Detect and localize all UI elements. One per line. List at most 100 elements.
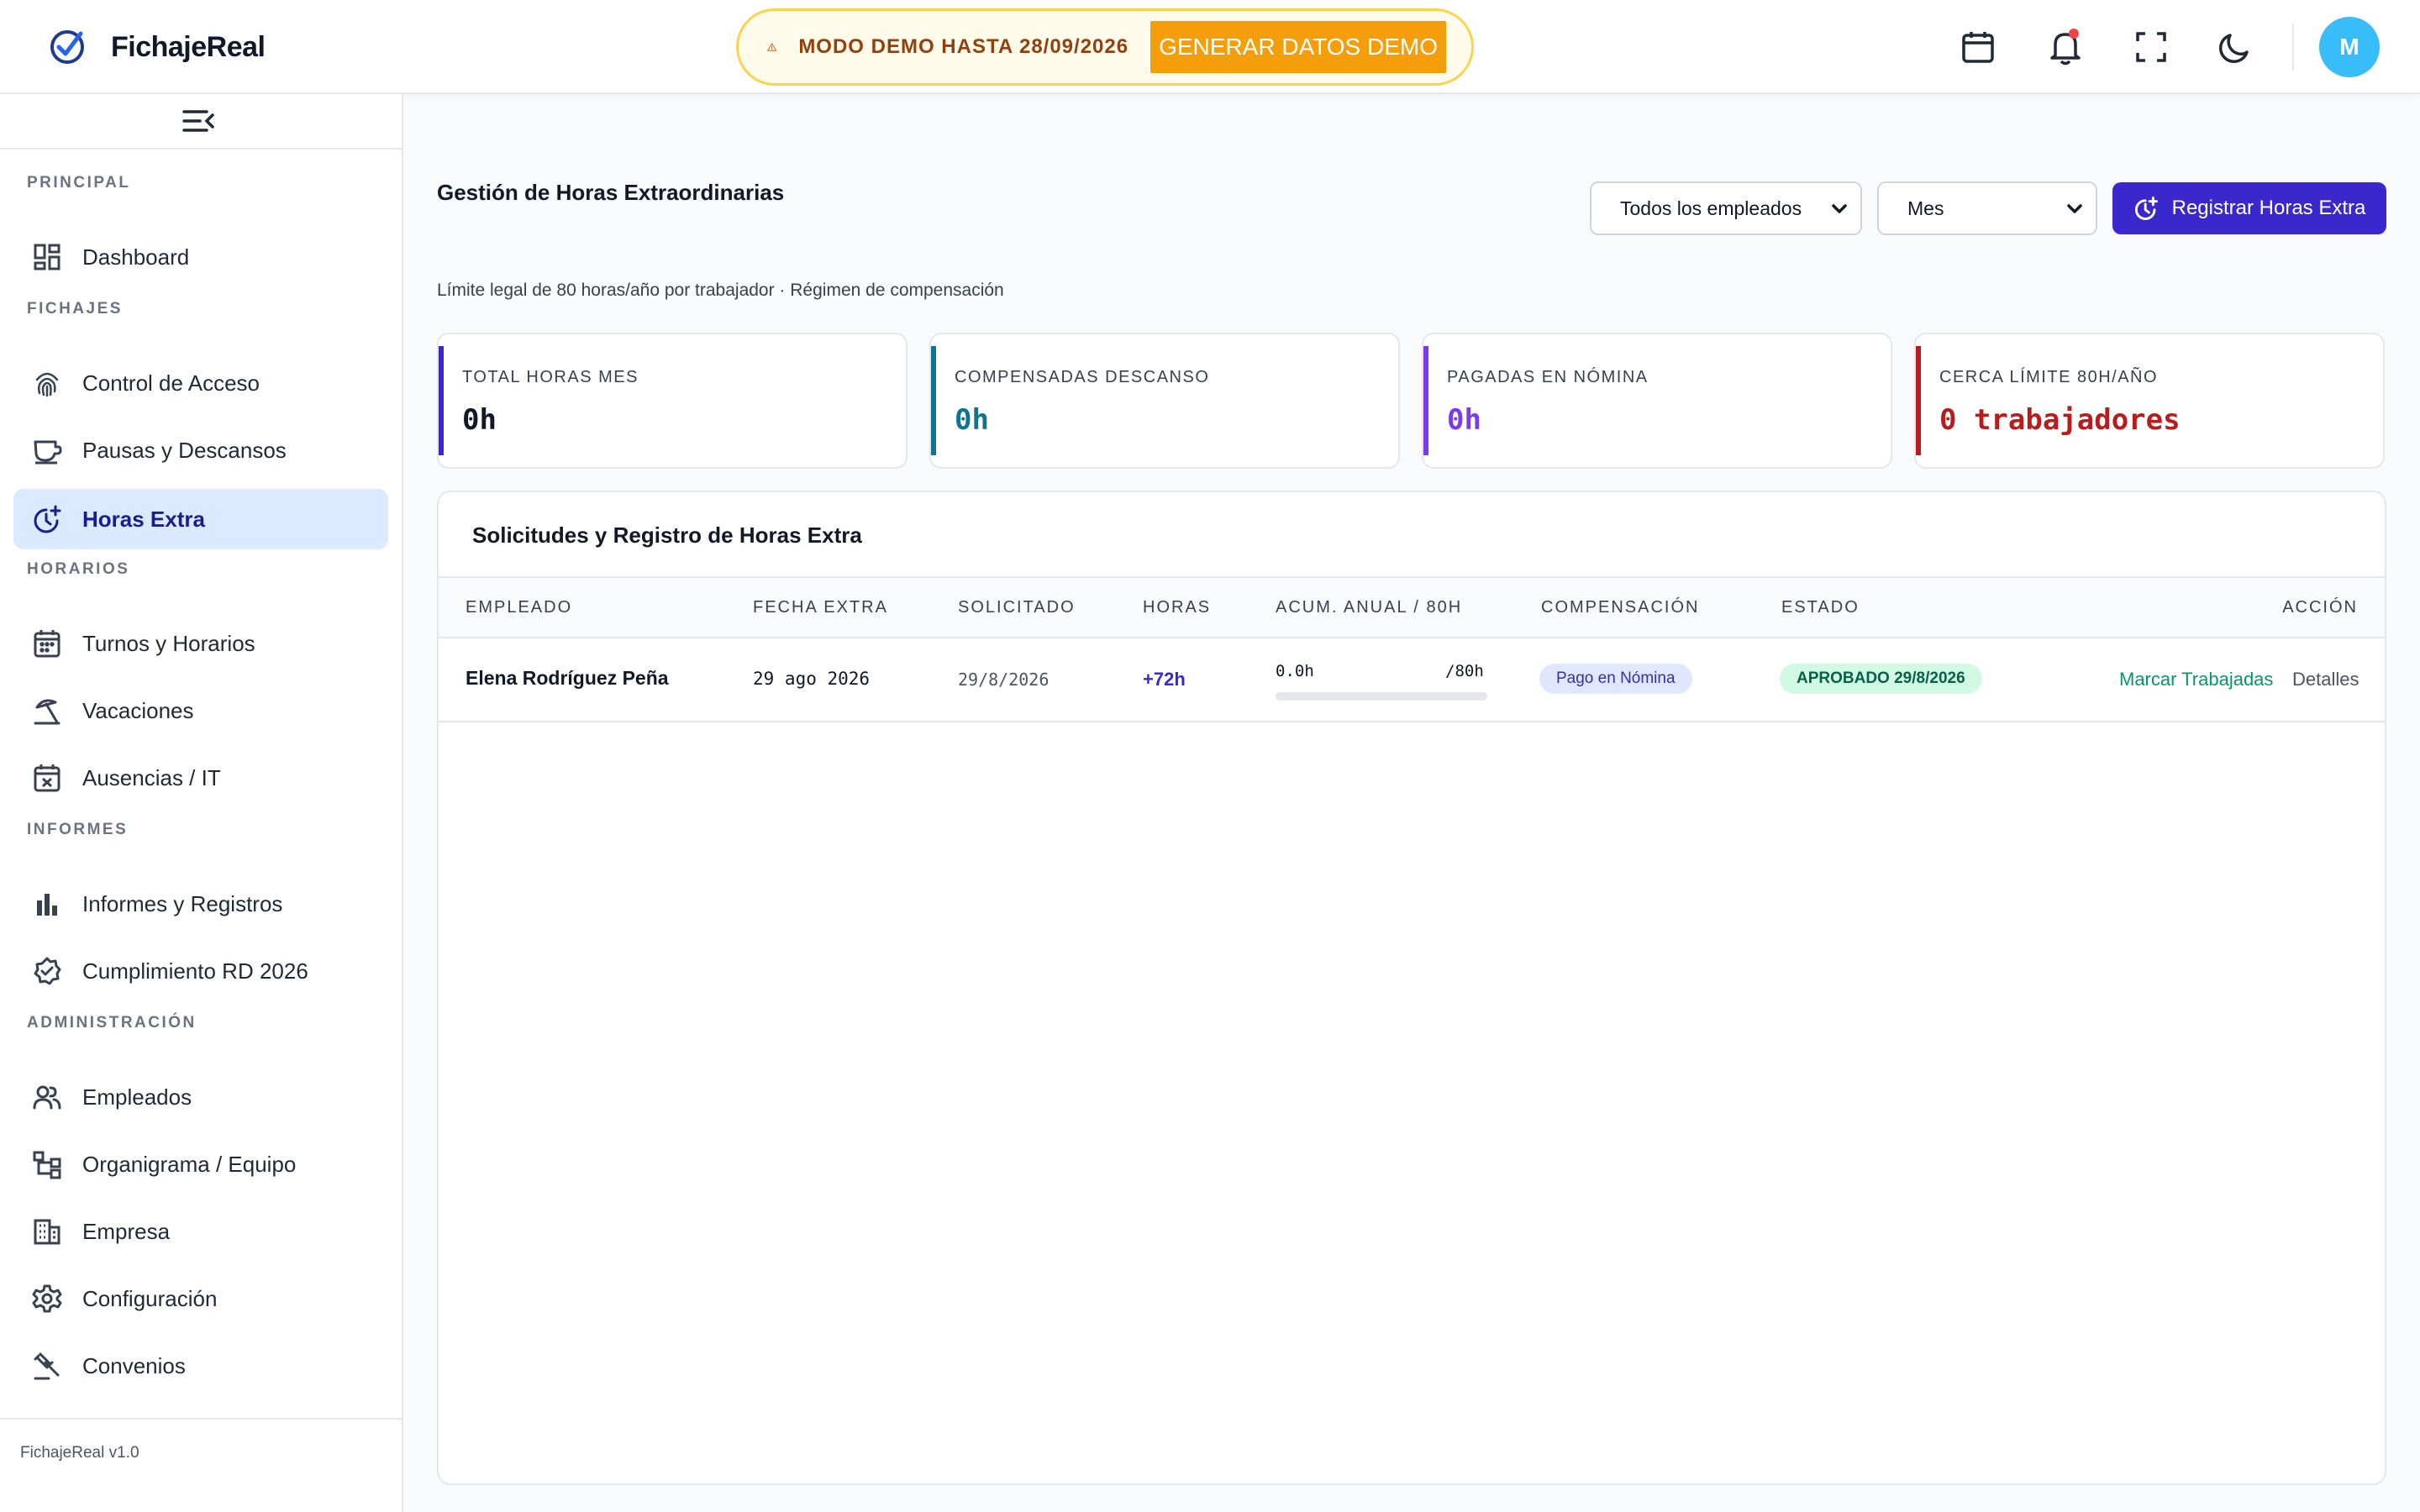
column-header-horas: HORAS: [1143, 598, 1212, 617]
generate-demo-data-button[interactable]: GENERAR DATOS DEMO: [1150, 21, 1446, 73]
sidebar-item-vacaciones[interactable]: Vacaciones: [13, 680, 388, 741]
status-badge: APROBADO 29/8/2026: [1780, 664, 1982, 694]
building-icon: [34, 1219, 60, 1245]
page-title: Gestión de Horas Extraordinarias: [437, 180, 785, 205]
beach-umbrella-icon: [34, 699, 60, 725]
user-avatar[interactable]: M: [2319, 17, 2380, 77]
sidebar-item-empleados[interactable]: Empleados: [13, 1067, 388, 1127]
gavel-icon: [34, 1352, 60, 1380]
annual-progress-bar: [1276, 692, 1487, 701]
sidebar-item-label: Convenios: [82, 1352, 186, 1378]
dark-mode-moon-icon[interactable]: [2212, 24, 2259, 71]
column-header-fecha-extra: FECHA EXTRA: [753, 598, 888, 617]
calendar-icon[interactable]: [1954, 24, 2002, 71]
section-administracion: ADMINISTRACIÓN: [27, 1014, 197, 1032]
sidebar-item-cumplimiento[interactable]: Cumplimiento RD 2026: [13, 941, 388, 1001]
sidebar-footer-divider: [0, 1418, 402, 1420]
mark-worked-link[interactable]: Marcar Trabajadas: [2119, 669, 2273, 690]
stat-card-total: TOTAL HORAS MES 0h: [437, 333, 908, 469]
stat-label: PAGADAS EN NÓMINA: [1447, 368, 1649, 386]
column-header-solicitado: SOLICITADO: [958, 598, 1076, 617]
gear-icon: [32, 1284, 62, 1313]
sidebar-item-label: Control de Acceso: [82, 370, 260, 396]
sidebar-item-ausencias[interactable]: Ausencias / IT: [13, 748, 388, 808]
column-header-estado: ESTADO: [1781, 598, 1860, 617]
card-accent-bar: [1916, 346, 1921, 455]
period-filter-select[interactable]: Mes: [1877, 181, 2097, 235]
register-overtime-label: Registrar Horas Extra: [2171, 197, 2366, 219]
logo-check-icon: [50, 30, 84, 64]
section-horarios: HORARIOS: [27, 560, 130, 578]
sidebar-item-convenios[interactable]: Convenios: [13, 1336, 388, 1396]
stat-value: 0 trabajadores: [1939, 403, 2181, 437]
section-informes: INFORMES: [27, 821, 129, 838]
card-accent-bar: [439, 346, 444, 455]
sidebar-item-label: Organigrama / Equipo: [82, 1151, 297, 1177]
requested-date: 29/8/2026: [958, 669, 1050, 690]
register-overtime-button[interactable]: Registrar Horas Extra: [2112, 182, 2386, 234]
stat-value: 0h: [462, 403, 497, 437]
column-header-accion: ACCIÓN: [2282, 598, 2358, 617]
stat-label: CERCA LÍMITE 80H/AÑO: [1939, 368, 2159, 386]
stat-value: 0h: [1447, 403, 1481, 437]
app-logo[interactable]: FichajeReal: [47, 25, 266, 69]
clock-plus-icon: [2134, 197, 2158, 220]
sidebar-item-pausas[interactable]: Pausas y Descansos: [13, 420, 388, 480]
table-title: Solicitudes y Registro de Horas Extra: [472, 522, 862, 548]
card-accent-bar: [931, 346, 936, 455]
overtime-date: 29 ago 2026: [753, 669, 871, 689]
period-filter-value: Mes: [1907, 197, 1944, 219]
sidebar-item-informes[interactable]: Informes y Registros: [13, 874, 388, 934]
sidebar-item-label: Informes y Registros: [82, 890, 283, 916]
section-fichajes: FICHAJES: [27, 300, 123, 318]
notification-dot: [2069, 29, 2079, 39]
demo-banner: MODO DEMO HASTA 28/09/2026 GENERAR DATOS…: [736, 8, 1474, 86]
sidebar-divider: [0, 148, 402, 150]
sidebar-item-label: Pausas y Descansos: [82, 437, 287, 463]
org-chart-icon: [33, 1151, 61, 1179]
table-row: Elena Rodríguez Peña 29 ago 2026 29/8/20…: [439, 638, 2385, 722]
bar-chart-icon: [37, 894, 57, 916]
chevron-down-icon: [2067, 204, 2082, 213]
clock-plus-icon: [34, 505, 61, 533]
users-icon: [33, 1085, 61, 1110]
sidebar-item-dashboard[interactable]: Dashboard: [13, 227, 388, 287]
compensation-badge: Pago en Nómina: [1539, 664, 1692, 694]
top-header: FichajeReal MODO DEMO HASTA 28/09/2026 G…: [0, 0, 2420, 94]
fullscreen-icon[interactable]: [2128, 24, 2175, 71]
app-version: FichajeReal v1.0: [20, 1444, 139, 1462]
employee-filter-value: Todos los empleados: [1620, 197, 1802, 219]
collapse-sidebar-icon[interactable]: [182, 108, 220, 138]
table-header: EMPLEADO FECHA EXTRA SOLICITADO HORAS AC…: [439, 576, 2385, 638]
sidebar-item-organigrama[interactable]: Organigrama / Equipo: [13, 1134, 388, 1194]
sidebar-item-empresa[interactable]: Empresa: [13, 1201, 388, 1262]
warning-icon: [767, 43, 777, 51]
overtime-hours: +72h: [1143, 669, 1186, 690]
annual-limit: /80h: [1445, 662, 1484, 680]
app-name: FichajeReal: [111, 30, 266, 63]
sidebar-item-configuracion[interactable]: Configuración: [13, 1268, 388, 1329]
sidebar-item-turnos[interactable]: Turnos y Horarios: [13, 613, 388, 674]
sidebar-item-label: Horas Extra: [82, 506, 205, 532]
details-link[interactable]: Detalles: [2292, 669, 2359, 690]
stat-label: COMPENSADAS DESCANSO: [955, 368, 1210, 386]
employee-filter-select[interactable]: Todos los empleados: [1590, 181, 1862, 235]
sidebar-item-label: Vacaciones: [82, 697, 194, 723]
dashboard-grid-icon: [34, 244, 60, 270]
chevron-down-icon: [1832, 204, 1847, 213]
sidebar-item-label: Configuración: [82, 1285, 218, 1311]
sidebar-item-horas-extra[interactable]: Horas Extra: [13, 489, 388, 549]
card-accent-bar: [1423, 346, 1428, 455]
sidebar-item-label: Ausencias / IT: [82, 764, 221, 790]
sidebar-item-label: Empresa: [82, 1218, 171, 1244]
sidebar: PRINCIPAL Dashboard FICHAJES Control de …: [0, 94, 403, 1512]
column-header-compensacion: COMPENSACIÓN: [1541, 598, 1700, 617]
fingerprint-icon: [35, 372, 59, 397]
column-header-acumulado: ACUM. ANUAL / 80H: [1276, 598, 1463, 617]
notifications-bell-icon[interactable]: [2042, 24, 2089, 71]
calendar-grid-icon: [34, 630, 60, 658]
sidebar-item-label: Turnos y Horarios: [82, 630, 255, 656]
page-subtitle: Límite legal de 80 horas/año por trabaja…: [437, 281, 1004, 300]
sidebar-item-control-acceso[interactable]: Control de Acceso: [13, 353, 388, 413]
stat-card-limite: CERCA LÍMITE 80H/AÑO 0 trabajadores: [1914, 333, 2385, 469]
